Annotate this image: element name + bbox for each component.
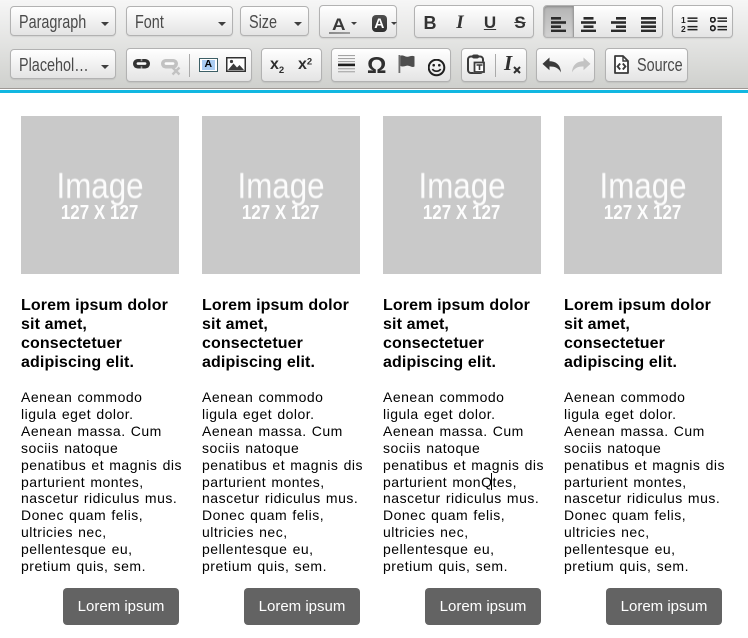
svg-text:2: 2	[681, 24, 686, 32]
